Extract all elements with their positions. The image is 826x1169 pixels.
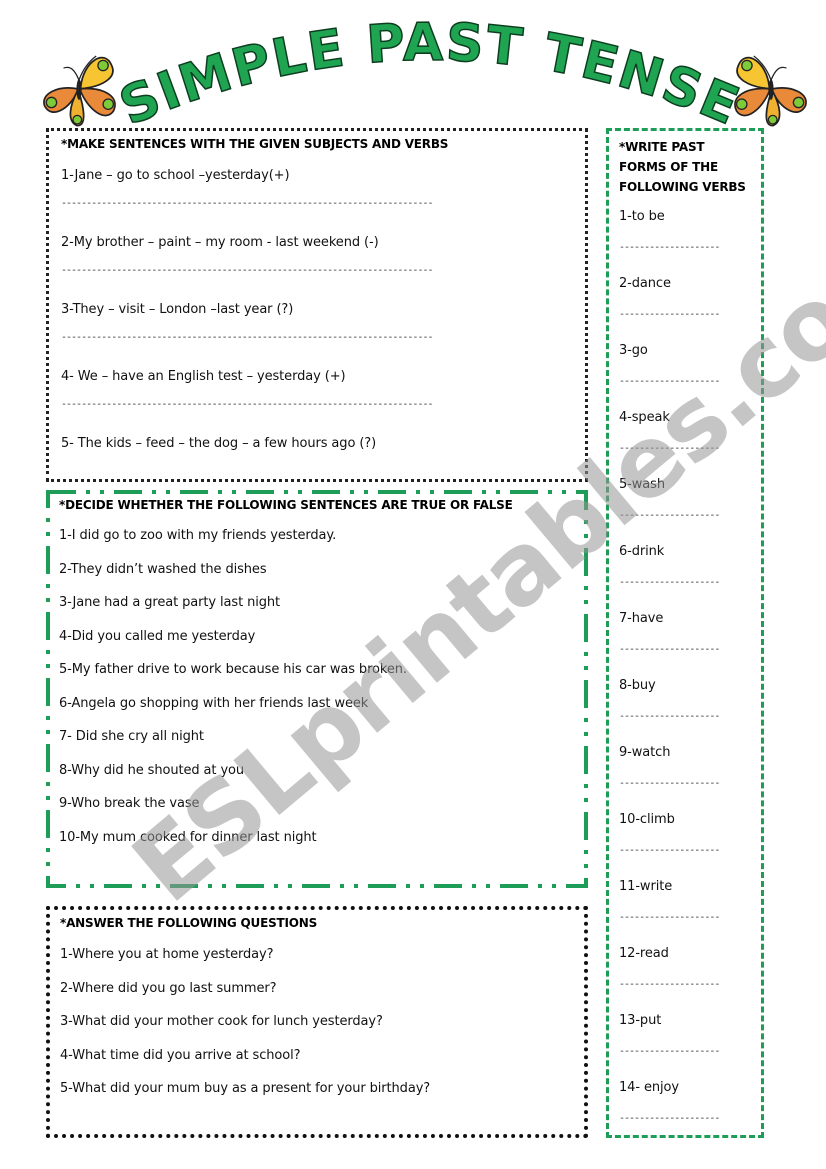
list-item: 3-Jane had a great party last night [59, 595, 281, 610]
list-item: 1-to be -------------------- [619, 209, 755, 276]
section-heading: *ANSWER THE FOLLOWING QUESTIONS [60, 916, 318, 930]
section-heading: *MAKE SENTENCES WITH THE GIVEN SUBJECTS … [61, 137, 449, 151]
answer-line[interactable]: -------------------- [619, 644, 731, 655]
title-textpath: SIMPLE PAST TENSE [111, 12, 747, 138]
list-item: 4-What time did you arrive at school? [60, 1047, 301, 1063]
answer-line[interactable]: -------------------- [619, 979, 731, 990]
list-item: 8-buy -------------------- [619, 678, 755, 745]
list-item: 1-Jane – go to school –yesterday(+) ----… [61, 168, 575, 235]
answer-line[interactable]: -------------------- [619, 309, 731, 320]
answer-line[interactable]: -------------------- [619, 1113, 731, 1124]
title-arc: SIMPLE PAST TENSE [111, 12, 747, 138]
past-forms-section: *WRITE PAST FORMS OF THE FOLLOWING VERBS… [606, 128, 764, 1138]
list-item: 4- We – have an English test – yesterday… [61, 369, 575, 436]
sentence-prompt: 4- We – have an English test – yesterday… [61, 369, 346, 384]
list-item: 4-Did you called me yesterday [59, 628, 256, 644]
section-heading: *DECIDE WHETHER THE FOLLOWING SENTENCES … [59, 498, 513, 512]
list-item: 2-Where did you go last summer? [60, 980, 277, 996]
verb-label: 10-climb [619, 812, 675, 827]
answer-line[interactable]: -------------------- [619, 778, 731, 789]
list-item: 2-My brother – paint – my room - last we… [61, 235, 575, 302]
answer-line[interactable]: ----------------------------------------… [61, 399, 493, 410]
list-item: 3-They – visit – London –last year (?) -… [61, 302, 575, 369]
verb-label: 13-put [619, 1013, 662, 1028]
list-item: 5-wash -------------------- [619, 477, 755, 544]
sentence-prompt: 5- The kids – feed – the dog – a few hou… [61, 436, 377, 451]
list-item: 9-watch -------------------- [619, 745, 755, 812]
list-item: 2-dance -------------------- [619, 276, 755, 343]
answer-line[interactable]: -------------------- [619, 845, 731, 856]
answer-line[interactable]: -------------------- [619, 577, 731, 588]
list-item: 2-They didn’t washed the dishes [59, 561, 267, 577]
answer-line[interactable]: -------------------- [619, 443, 731, 454]
butterfly-icon [728, 44, 814, 130]
verb-label: 5-wash [619, 477, 665, 492]
answer-questions-section: *ANSWER THE FOLLOWING QUESTIONS 1-Where … [46, 906, 588, 1138]
answer-line[interactable]: ----------------------------------------… [61, 332, 493, 343]
answer-line[interactable]: -------------------- [619, 510, 731, 521]
list-item: 4-speak -------------------- [619, 410, 755, 477]
list-item: 8-Why did he shouted at you [59, 762, 245, 778]
answer-line[interactable]: -------------------- [619, 242, 731, 253]
list-item: 11-write -------------------- [619, 879, 755, 946]
title-text: SIMPLE PAST TENSE [112, 13, 749, 138]
verb-label: 6-drink [619, 544, 665, 559]
sentence-prompt: 2-My brother – paint – my room - last we… [61, 235, 379, 250]
make-sentences-section: *MAKE SENTENCES WITH THE GIVEN SUBJECTS … [46, 128, 588, 482]
verb-label: 11-write [619, 879, 673, 894]
answer-line[interactable]: -------------------- [619, 711, 731, 722]
list-item: 3-go -------------------- [619, 343, 755, 410]
answer-line[interactable]: ----------------------------------------… [61, 198, 493, 209]
list-item: 3-What did your mother cook for lunch ye… [60, 1014, 383, 1029]
answer-line[interactable]: -------------------- [619, 1046, 731, 1057]
answer-line[interactable]: -------------------- [619, 376, 731, 387]
answer-line[interactable]: ----------------------------------------… [61, 265, 493, 276]
verb-label: 3-go [619, 343, 648, 358]
list-item: 1-Where you at home yesterday? [60, 947, 274, 962]
true-false-section: *DECIDE WHETHER THE FOLLOWING SENTENCES … [46, 490, 588, 888]
verb-label: 8-buy [619, 678, 656, 693]
list-item: 9-Who break the vase [59, 796, 200, 811]
list-item: 13-put -------------------- [619, 1013, 755, 1080]
verb-label: 2-dance [619, 276, 671, 291]
list-item: 10-My mum cooked for dinner last night [59, 829, 317, 845]
list-item: 5-What did your mum buy as a present for… [60, 1081, 431, 1096]
list-item: 1-I did go to zoo with my friends yester… [59, 528, 337, 543]
verb-label: 12-read [619, 946, 669, 961]
list-item: 5-My father drive to work because his ca… [59, 662, 407, 677]
verb-label: 1-to be [619, 209, 665, 224]
sentence-prompt: 3-They – visit – London –last year (?) [61, 302, 294, 317]
verb-label: 9-watch [619, 745, 671, 760]
list-item: 10-climb -------------------- [619, 812, 755, 879]
list-item: 6-Angela go shopping with her friends la… [59, 695, 369, 711]
list-item: 7- Did she cry all night [59, 729, 204, 744]
list-item: 6-drink -------------------- [619, 544, 755, 611]
section-heading: *WRITE PAST FORMS OF THE FOLLOWING VERBS [619, 140, 746, 194]
verb-label: 4-speak [619, 410, 670, 425]
list-item: 7-have -------------------- [619, 611, 755, 678]
butterfly-icon [36, 44, 122, 130]
sentence-prompt: 1-Jane – go to school –yesterday(+) [61, 168, 290, 183]
worksheet-title: SIMPLE PAST TENSE [100, 12, 760, 140]
verb-label: 7-have [619, 611, 664, 626]
verb-label: 14- enjoy [619, 1080, 679, 1095]
answer-line[interactable]: -------------------- [619, 912, 731, 923]
list-item: 12-read -------------------- [619, 946, 755, 1013]
list-item: 14- enjoy -------------------- [619, 1080, 755, 1147]
